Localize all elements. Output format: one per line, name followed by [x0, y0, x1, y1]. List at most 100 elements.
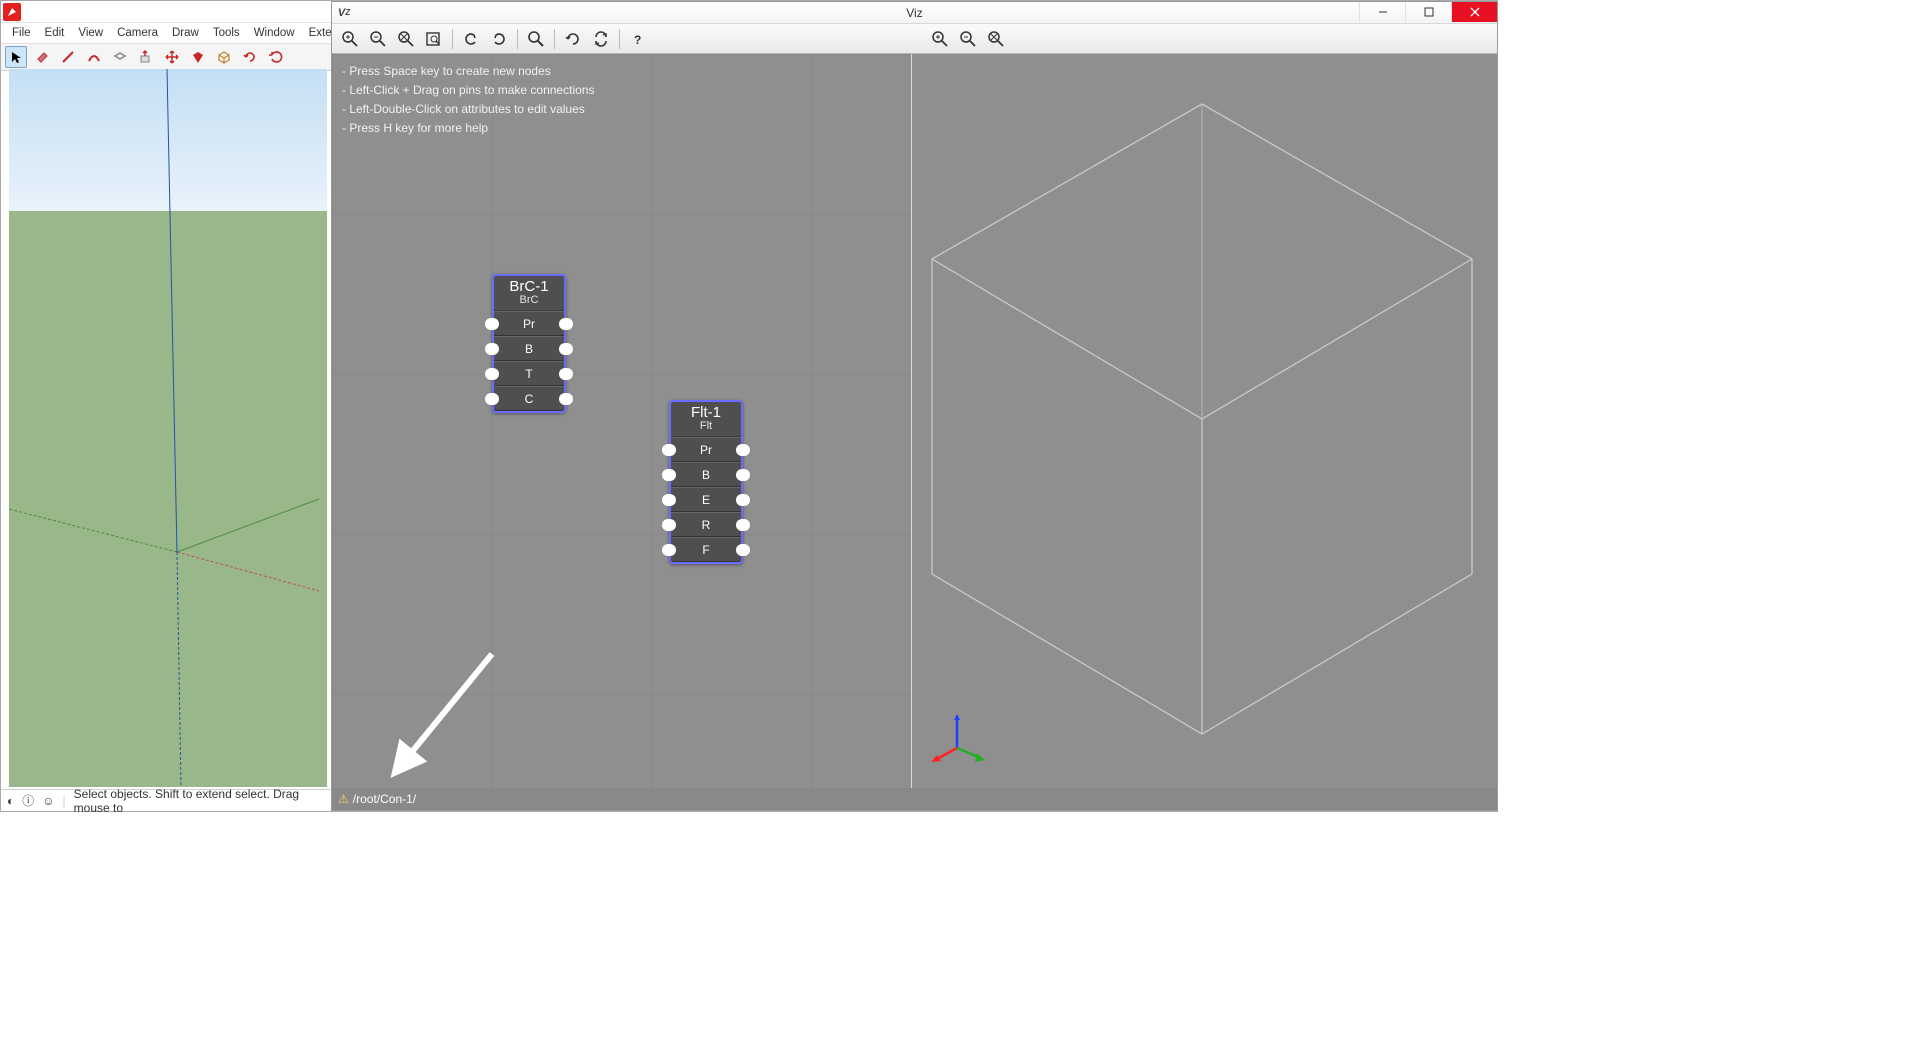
viz-window: VZ Viz ? - Press Space key to — [331, 1, 1498, 811]
breadcrumb-path[interactable]: /root/Con-1/ — [353, 792, 416, 806]
pin-in[interactable] — [662, 469, 676, 481]
menu-view[interactable]: View — [71, 25, 110, 41]
pin-out[interactable] — [559, 343, 573, 355]
pin-out[interactable] — [559, 393, 573, 405]
viz-footer: ⚠ /root/Con-1/ — [332, 788, 1497, 810]
tool-ruby[interactable] — [187, 46, 209, 68]
tool-select[interactable] — [5, 46, 27, 68]
row-label: B — [702, 468, 710, 482]
pin-in[interactable] — [485, 343, 499, 355]
zoom-out-icon[interactable] — [956, 27, 980, 51]
row-label: B — [525, 342, 533, 356]
pin-out[interactable] — [559, 318, 573, 330]
tool-arc[interactable] — [83, 46, 105, 68]
pin-out[interactable] — [736, 544, 750, 556]
menu-draw[interactable]: Draw — [165, 25, 206, 41]
pin-out[interactable] — [736, 519, 750, 531]
viz-3d-toolbar — [922, 24, 1014, 54]
hint-line: - Press Space key to create new nodes — [342, 62, 594, 81]
tool-move[interactable] — [161, 46, 183, 68]
tool-refresh[interactable] — [265, 46, 287, 68]
zoom-reset-icon[interactable] — [984, 27, 1008, 51]
viz-content: - Press Space key to create new nodes - … — [332, 54, 1497, 790]
node-row-pr[interactable]: Pr — [494, 311, 564, 336]
menu-camera[interactable]: Camera — [110, 25, 165, 41]
search-icon[interactable] — [524, 27, 548, 51]
hint-line: - Left-Click + Drag on pins to make conn… — [342, 81, 594, 100]
node-subtitle: BrC — [494, 294, 564, 306]
zoom-in-icon[interactable] — [928, 27, 952, 51]
node-row-r[interactable]: R — [671, 512, 741, 537]
sketchup-viewport[interactable] — [9, 69, 327, 787]
node-title: BrC-1 — [494, 278, 564, 295]
node-flt-1[interactable]: Flt-1 Flt Pr B E R F — [669, 400, 743, 564]
window-buttons — [1359, 2, 1497, 24]
hint-icon[interactable]: ◐ — [7, 794, 14, 808]
pin-in[interactable] — [662, 544, 676, 556]
row-label: F — [702, 543, 709, 557]
pin-in[interactable] — [662, 444, 676, 456]
menu-edit[interactable]: Edit — [38, 25, 72, 41]
row-label: Pr — [523, 317, 535, 331]
node-row-b[interactable]: B — [671, 462, 741, 487]
user-icon[interactable]: ☺ — [42, 794, 54, 808]
zoom-reset-icon[interactable] — [394, 27, 418, 51]
node-graph-panel[interactable]: - Press Space key to create new nodes - … — [332, 54, 912, 790]
node-row-c[interactable]: C — [494, 386, 564, 411]
zoom-out-icon[interactable] — [366, 27, 390, 51]
hint-line: - Left-Double-Click on attributes to edi… — [342, 100, 594, 119]
viz-titlebar[interactable]: VZ Viz — [332, 2, 1497, 24]
tool-eraser[interactable] — [31, 46, 53, 68]
row-label: T — [525, 367, 532, 381]
node-header[interactable]: BrC-1 BrC — [494, 276, 564, 311]
maximize-button[interactable] — [1405, 2, 1451, 22]
pin-in[interactable] — [662, 519, 676, 531]
node-row-f[interactable]: F — [671, 537, 741, 562]
row-label: E — [702, 493, 710, 507]
row-label: C — [525, 392, 534, 406]
menu-tools[interactable]: Tools — [206, 25, 247, 41]
refresh-all-icon[interactable] — [589, 27, 613, 51]
undo-icon[interactable] — [459, 27, 483, 51]
axes-overlay — [9, 69, 327, 787]
separator — [619, 29, 620, 49]
help-icon[interactable]: ? — [626, 27, 650, 51]
node-row-t[interactable]: T — [494, 361, 564, 386]
menu-file[interactable]: File — [5, 25, 38, 41]
pin-in[interactable] — [662, 494, 676, 506]
tool-rectangle[interactable] — [109, 46, 131, 68]
tool-component[interactable] — [213, 46, 235, 68]
sketchup-window: File Edit View Camera Draw Tools Window … — [1, 1, 331, 811]
row-label: Pr — [700, 443, 712, 457]
viz-toolbar: ? — [332, 24, 1497, 54]
sketchup-app-icon — [3, 3, 21, 21]
node-row-pr[interactable]: Pr — [671, 437, 741, 462]
zoom-in-icon[interactable] — [338, 27, 362, 51]
node-brc-1[interactable]: BrC-1 BrC Pr B T C — [492, 274, 566, 413]
menu-window[interactable]: Window — [247, 25, 302, 41]
node-header[interactable]: Flt-1 Flt — [671, 402, 741, 437]
pin-in[interactable] — [485, 368, 499, 380]
minimize-button[interactable] — [1359, 2, 1405, 22]
info-icon[interactable]: ⓘ — [22, 792, 34, 809]
pin-out[interactable] — [736, 494, 750, 506]
pin-out[interactable] — [736, 444, 750, 456]
tool-line[interactable] — [57, 46, 79, 68]
node-row-e[interactable]: E — [671, 487, 741, 512]
refresh-icon[interactable] — [561, 27, 585, 51]
pin-out[interactable] — [736, 469, 750, 481]
pin-in[interactable] — [485, 393, 499, 405]
viz-3d-viewport[interactable] — [912, 54, 1497, 790]
sketchup-titlebar[interactable] — [1, 1, 331, 23]
tool-pushpull[interactable] — [135, 46, 157, 68]
tool-rotate[interactable] — [239, 46, 261, 68]
redo-icon[interactable] — [487, 27, 511, 51]
zoom-fit-icon[interactable] — [422, 27, 446, 51]
pin-in[interactable] — [485, 318, 499, 330]
node-row-b[interactable]: B — [494, 336, 564, 361]
separator — [554, 29, 555, 49]
pin-out[interactable] — [559, 368, 573, 380]
close-button[interactable] — [1451, 2, 1497, 22]
sketchup-menubar: File Edit View Camera Draw Tools Window … — [1, 23, 331, 43]
sketchup-toolbar — [1, 43, 331, 71]
